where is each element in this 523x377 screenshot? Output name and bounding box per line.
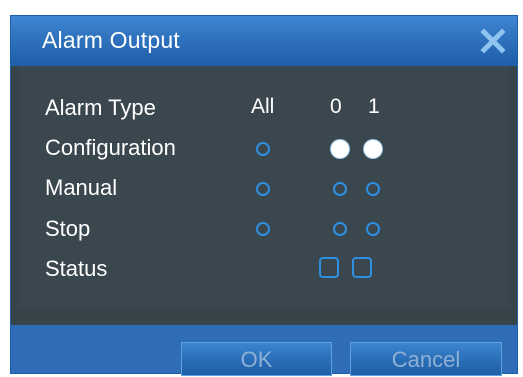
stop-all-radio[interactable] xyxy=(256,222,270,236)
status-ch1-indicator xyxy=(352,257,372,278)
stop-ch0-radio[interactable] xyxy=(333,222,347,236)
column-1-header: 1 xyxy=(368,95,380,118)
cancel-button[interactable]: Cancel xyxy=(350,342,502,376)
manual-all-radio[interactable] xyxy=(256,182,270,196)
row-label-status: Status xyxy=(45,256,108,281)
stop-ch1-radio[interactable] xyxy=(366,222,380,236)
row-label-manual: Manual xyxy=(45,175,118,200)
title-bar: Alarm Output xyxy=(11,16,517,66)
dialog-title: Alarm Output xyxy=(42,27,180,53)
manual-ch0-radio[interactable] xyxy=(333,182,347,196)
alarm-type-label: Alarm Type xyxy=(45,95,156,120)
column-0-header: 0 xyxy=(330,95,342,118)
alarm-output-dialog: Alarm Output Alarm Type All 0 1 Configur… xyxy=(10,15,518,376)
configuration-ch1-radio[interactable] xyxy=(364,140,382,158)
settings-panel: Alarm Type All 0 1 Configuration Manual … xyxy=(19,66,509,308)
close-icon xyxy=(480,28,506,54)
configuration-ch0-radio[interactable] xyxy=(331,140,349,158)
row-label-stop: Stop xyxy=(45,216,91,241)
manual-ch1-radio[interactable] xyxy=(366,182,380,196)
column-all-header: All xyxy=(251,95,275,118)
row-label-configuration: Configuration xyxy=(45,135,176,160)
ok-button[interactable]: OK xyxy=(181,342,332,376)
configuration-all-radio[interactable] xyxy=(256,142,270,156)
close-button[interactable] xyxy=(477,25,509,57)
status-ch0-indicator xyxy=(319,257,339,278)
button-bar: OK Cancel xyxy=(11,325,517,376)
